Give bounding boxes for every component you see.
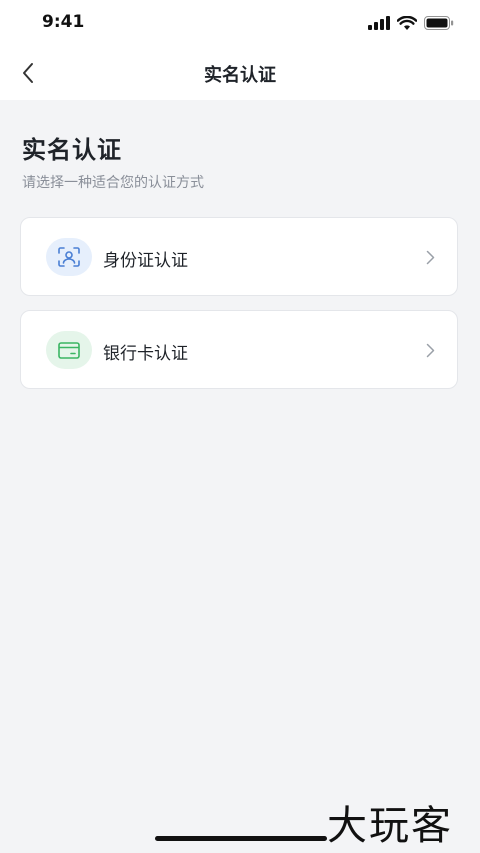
status-time: 9:41 <box>42 12 85 32</box>
home-indicator <box>155 836 327 841</box>
status-bar: 9:41 <box>0 0 480 46</box>
navigation-bar: 实名认证 <box>0 46 480 100</box>
chevron-right-icon <box>426 250 435 265</box>
watermark: 大玩客 <box>327 803 453 849</box>
nav-title: 实名认证 <box>204 65 276 86</box>
bank-card-verification-option[interactable]: 银行卡认证 <box>20 310 458 389</box>
page-subtitle: 请选择一种适合您的认证方式 <box>22 175 204 191</box>
signal-icon <box>368 16 390 30</box>
option-label: 身份证认证 <box>103 251 188 271</box>
bank-card-icon <box>46 331 92 369</box>
wifi-icon <box>397 15 417 30</box>
face-scan-icon <box>46 238 92 276</box>
battery-icon <box>424 16 454 30</box>
page-title: 实名认证 <box>22 136 122 164</box>
chevron-right-icon <box>426 343 435 358</box>
option-label: 银行卡认证 <box>103 344 188 364</box>
status-icons <box>368 14 454 32</box>
id-card-verification-option[interactable]: 身份证认证 <box>20 217 458 296</box>
